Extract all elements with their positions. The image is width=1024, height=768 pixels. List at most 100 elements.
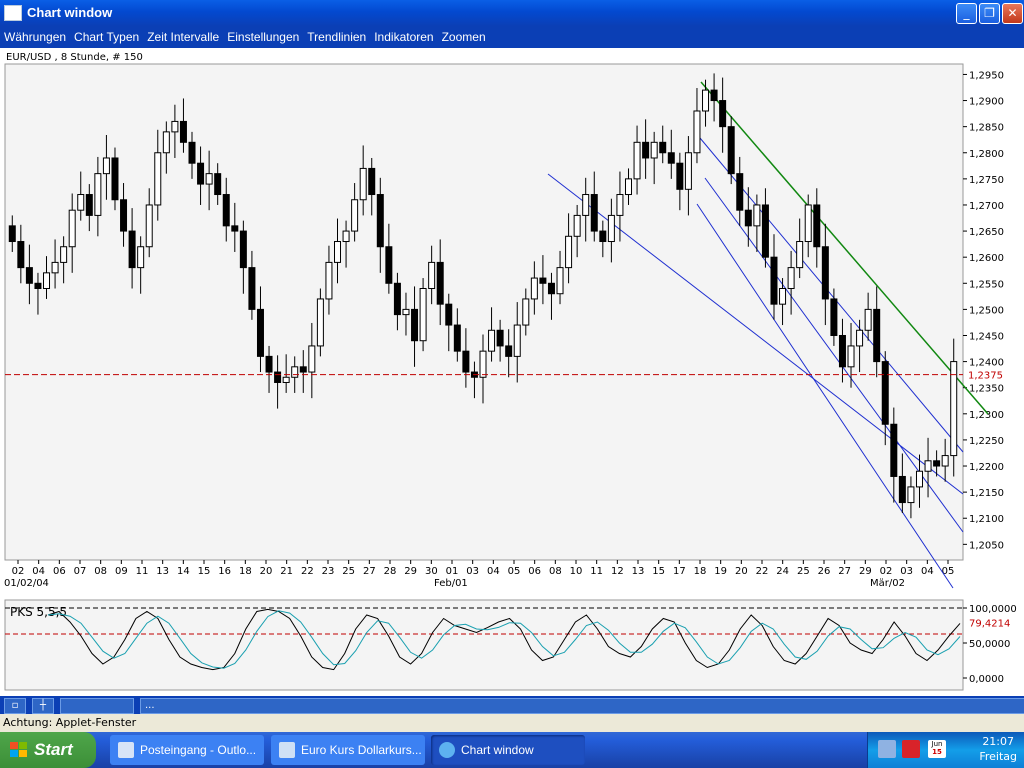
candle-body: [291, 366, 299, 378]
x-tick-label: 24: [776, 566, 789, 577]
candle-body: [693, 110, 701, 154]
candle-body: [145, 204, 153, 248]
candle-body: [94, 173, 102, 216]
x-tick-label: 04: [921, 566, 934, 577]
candle-body: [779, 288, 787, 305]
x-tick-label: 18: [694, 566, 707, 577]
menu-bar: Währungen Chart Typen Zeit Intervalle Einst…: [0, 26, 1024, 48]
x-tick-label: 19: [714, 566, 727, 577]
antivirus-icon[interactable]: [902, 740, 920, 758]
candle-body: [282, 376, 290, 383]
x-tick-label: 02: [880, 566, 893, 577]
chart-svg[interactable]: EUR/USD , 8 Stunde, # 150 1,2950 1,2900 1,…: [0, 48, 1024, 696]
start-button[interactable]: Start: [0, 732, 96, 768]
title-bar[interactable]: Chart window _ ❐ ✕: [0, 0, 1024, 26]
candle-body: [436, 261, 444, 305]
x-tick-label: 05: [508, 566, 521, 577]
candle-body: [265, 355, 273, 373]
x-tick-label: 07: [74, 566, 87, 577]
menu-waehrungen[interactable]: Währungen: [0, 26, 70, 48]
candle-body: [128, 230, 136, 269]
clock[interactable]: 21:07 Freitag: [979, 734, 1017, 764]
toolbar-info: ...: [140, 698, 1024, 714]
candle-body: [616, 194, 624, 216]
candle-body: [505, 345, 513, 357]
x-tick-label: 25: [797, 566, 810, 577]
candle-body: [334, 241, 342, 263]
candle-body: [274, 371, 282, 383]
candle-body: [761, 204, 769, 258]
calendar-icon[interactable]: Jun 15: [928, 740, 946, 758]
candle-body: [847, 345, 855, 368]
candle-body: [796, 241, 804, 269]
candle-body: [642, 141, 650, 159]
clock-time: 21:07: [982, 735, 1015, 748]
candle-body: [684, 152, 692, 190]
x-tick-label: 08: [549, 566, 562, 577]
document-icon: [279, 742, 295, 758]
candle-body: [702, 89, 710, 112]
candle-body: [736, 173, 744, 211]
x-tick-label: 03: [466, 566, 479, 577]
menu-chart-typen[interactable]: Chart Typen: [70, 26, 143, 48]
x-tick-label: 28: [384, 566, 397, 577]
candle-body: [85, 194, 93, 216]
candle-body: [488, 329, 496, 352]
x-tick-label: 06: [53, 566, 66, 577]
toolbar-first-button[interactable]: ▫: [4, 698, 26, 714]
y-tick-label: 1,2850: [969, 123, 1004, 134]
candle-body: [496, 329, 504, 347]
calendar-month: Jun: [931, 740, 943, 748]
y-tick-label: 1,2100: [969, 514, 1004, 525]
minimize-button[interactable]: _: [956, 3, 977, 24]
x-tick-label: 27: [838, 566, 851, 577]
x-tick-label: 08: [94, 566, 107, 577]
status-bar: Achtung: Applet-Fenster: [0, 714, 1024, 732]
candle-body: [479, 350, 487, 378]
candle-body: [162, 131, 170, 154]
x-tick-label: 20: [735, 566, 748, 577]
toolbar-crosshair-button[interactable]: ┼: [32, 698, 54, 714]
close-button[interactable]: ✕: [1002, 3, 1023, 24]
menu-indikatoren[interactable]: Indikatoren: [370, 26, 437, 48]
x-tick-label: 27: [363, 566, 376, 577]
candle-body: [102, 157, 110, 175]
x-tick-label: 26: [818, 566, 831, 577]
candle-body: [43, 272, 51, 290]
candle-body: [650, 141, 658, 159]
task-euro-kurs[interactable]: Euro Kurs Dollarkurs...: [271, 735, 425, 765]
candle-body: [710, 89, 718, 102]
candle-body: [325, 261, 333, 300]
toolbar-field[interactable]: [60, 698, 134, 714]
x-tick-label: 09: [115, 566, 128, 577]
windows-logo-icon: [10, 742, 27, 757]
candle-body: [51, 261, 59, 274]
current-price-label: 1,2375: [968, 371, 1003, 382]
y-tick-label: 1,2400: [969, 358, 1004, 369]
candle-body: [34, 282, 42, 290]
candle-body: [599, 230, 607, 243]
task-outlook[interactable]: Posteingang - Outlo...: [110, 735, 264, 765]
candle-body: [393, 282, 401, 316]
menu-zeit-intervalle[interactable]: Zeit Intervalle: [143, 26, 223, 48]
candle-body: [941, 455, 949, 467]
y-tick-label: 1,2750: [969, 175, 1004, 186]
candle-body: [137, 246, 145, 269]
network-icon[interactable]: [878, 740, 896, 758]
candle-body: [676, 162, 684, 190]
x-tick-label: 17: [673, 566, 686, 577]
menu-einstellungen[interactable]: Einstellungen: [223, 26, 303, 48]
indicator-y-tick-label: 50,0000: [969, 639, 1010, 650]
candle-body: [907, 486, 915, 504]
task-chart-window[interactable]: Chart window: [431, 735, 585, 765]
y-tick-label: 1,2700: [969, 201, 1004, 212]
candle-body: [838, 334, 846, 368]
task-outlook-label: Posteingang - Outlo...: [140, 743, 257, 757]
candle-body: [556, 267, 564, 295]
maximize-button[interactable]: ❐: [979, 3, 1000, 24]
menu-zoomen[interactable]: Zoomen: [438, 26, 490, 48]
x-tick-label: 29: [404, 566, 417, 577]
candle-body: [590, 194, 598, 232]
x-tick-label: 04: [32, 566, 45, 577]
menu-trendlinien[interactable]: Trendlinien: [303, 26, 370, 48]
